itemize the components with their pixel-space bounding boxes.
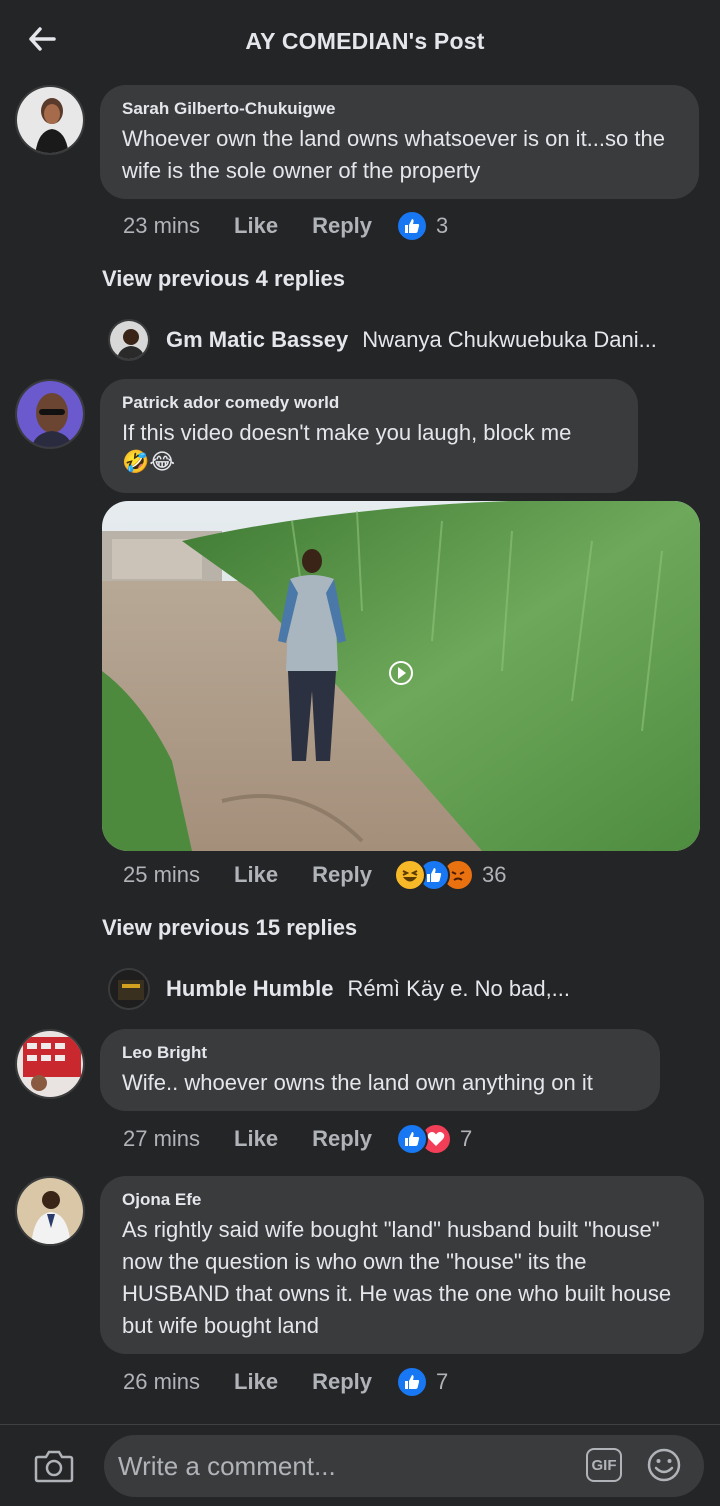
- comment-time: 27 mins: [123, 1126, 201, 1151]
- comment-author[interactable]: Patrick ador comedy world: [122, 393, 616, 413]
- comment-time: 23 mins: [123, 213, 201, 238]
- reactions-summary[interactable]: 7: [396, 1123, 472, 1155]
- comment-actions: 23 mins Like Reply 3: [123, 210, 448, 242]
- comment-text: Whoever own the land owns whatsoever is …: [122, 126, 665, 183]
- avatar-patrick[interactable]: [15, 379, 85, 449]
- page-title: AY COMEDIAN's Post: [245, 28, 485, 54]
- reactions-summary[interactable]: 3: [396, 210, 448, 242]
- reply-button[interactable]: Reply: [312, 1126, 372, 1152]
- smiley-icon[interactable]: [646, 1447, 682, 1483]
- comment-box: GIF: [104, 1435, 704, 1497]
- avatar-humble: [108, 968, 150, 1010]
- comment-composer: GIF: [0, 1424, 720, 1506]
- reply-text: Rémì Käy e. No bad,...: [347, 976, 571, 1001]
- comment-text: As rightly said wife bought "land" husba…: [122, 1217, 672, 1338]
- like-button[interactable]: Like: [234, 1126, 278, 1152]
- avatar-ojona[interactable]: [15, 1176, 85, 1246]
- like-reaction-icon: [396, 1123, 428, 1155]
- comment-bubble: Patrick ador comedy world If this video …: [100, 379, 638, 493]
- video-thumbnail[interactable]: [102, 501, 700, 851]
- reply-button[interactable]: Reply: [312, 1369, 372, 1395]
- comment-actions: 25 mins Like Reply 36: [123, 859, 506, 891]
- comment-text: Wife.. whoever owns the land own anythin…: [122, 1070, 593, 1095]
- view-previous-replies[interactable]: View previous 15 replies: [102, 915, 357, 941]
- comment-actions: 26 mins Like Reply 7: [123, 1366, 448, 1398]
- comment-bubble: Ojona Efe As rightly said wife bought "l…: [100, 1176, 704, 1354]
- avatar-gm-matic: [108, 319, 150, 361]
- camera-icon[interactable]: [34, 1447, 74, 1485]
- comment-actions: 27 mins Like Reply 7: [123, 1123, 472, 1155]
- reaction-count: 7: [436, 1369, 449, 1394]
- like-reaction-icon: [396, 1366, 428, 1398]
- reply-button[interactable]: Reply: [312, 862, 372, 888]
- comment-author[interactable]: Leo Bright: [122, 1043, 638, 1063]
- reply-preview[interactable]: Humble Humble Rémì Käy e. No bad,...: [108, 968, 698, 1010]
- reply-author[interactable]: Gm Matic Bassey: [166, 327, 348, 353]
- like-reaction-icon: [396, 210, 428, 242]
- comment-time: 25 mins: [123, 862, 201, 887]
- haha-reaction-icon: [394, 859, 426, 891]
- reactions-summary[interactable]: 36: [394, 859, 506, 891]
- comment-author[interactable]: Ojona Efe: [122, 1190, 682, 1210]
- reaction-count: 7: [460, 1126, 473, 1151]
- comment-bubble: Leo Bright Wife.. whoever owns the land …: [100, 1029, 660, 1111]
- reply-text: Nwanya Chukwuebuka Dani...: [362, 327, 657, 352]
- reaction-count: 36: [482, 862, 507, 887]
- like-button[interactable]: Like: [234, 862, 278, 888]
- reply-author[interactable]: Humble Humble: [166, 976, 333, 1002]
- reply-button[interactable]: Reply: [312, 213, 372, 239]
- top-bar: AY COMEDIAN's Post: [0, 0, 720, 82]
- comment-input[interactable]: [118, 1435, 578, 1497]
- comment-bubble: Sarah Gilberto-Chukuigwe Whoever own the…: [100, 85, 699, 199]
- gif-button[interactable]: GIF: [586, 1448, 622, 1482]
- comment-time: 26 mins: [123, 1369, 201, 1394]
- like-button[interactable]: Like: [234, 213, 278, 239]
- reactions-summary[interactable]: 7: [396, 1366, 448, 1398]
- avatar-sarah[interactable]: [15, 85, 85, 155]
- comment-author[interactable]: Sarah Gilberto-Chukuigwe: [122, 99, 677, 119]
- avatar-leo[interactable]: [15, 1029, 85, 1099]
- comment-text: If this video doesn't make you laugh, bl…: [122, 420, 572, 445]
- comment-emoji: 🤣😂: [122, 449, 176, 474]
- like-button[interactable]: Like: [234, 1369, 278, 1395]
- view-previous-replies[interactable]: View previous 4 replies: [102, 266, 345, 292]
- reaction-count: 3: [436, 213, 449, 238]
- reply-preview[interactable]: Gm Matic Bassey Nwanya Chukwuebuka Dani.…: [108, 319, 698, 361]
